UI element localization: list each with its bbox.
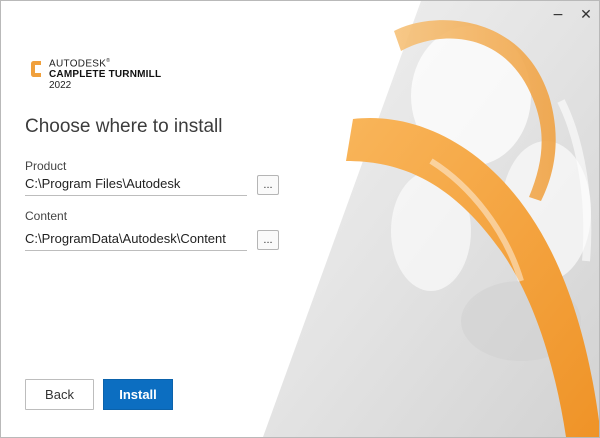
product-logo: AUTODESK® CAMPLETE TURNMILL 2022 (29, 56, 161, 91)
page-title: Choose where to install (25, 116, 223, 137)
minimize-button[interactable]: − (547, 5, 569, 25)
content-path-field[interactable]: C:\ProgramData\Autodesk\Content (25, 231, 247, 251)
product-path-field[interactable]: C:\Program Files\Autodesk (25, 176, 247, 196)
logo-text: AUTODESK® CAMPLETE TURNMILL 2022 (49, 56, 161, 91)
content-path-label: Content (25, 209, 68, 223)
product-year: 2022 (49, 80, 72, 92)
content-browse-button[interactable]: ... (257, 230, 279, 250)
installer-window: − ✕ AUTODESK® CAMPLETE TURNMILL 2022 Cho… (0, 0, 600, 438)
product-browse-button[interactable]: ... (257, 175, 279, 195)
back-button[interactable]: Back (25, 379, 94, 410)
install-button[interactable]: Install (103, 379, 173, 410)
product-name: CAMPLETE TURNMILL (49, 69, 162, 81)
product-path-label: Product (25, 159, 67, 173)
autodesk-logo-icon (31, 61, 41, 77)
brand-name: AUTODESK® (49, 58, 111, 70)
close-icon[interactable]: ✕ (575, 5, 597, 25)
